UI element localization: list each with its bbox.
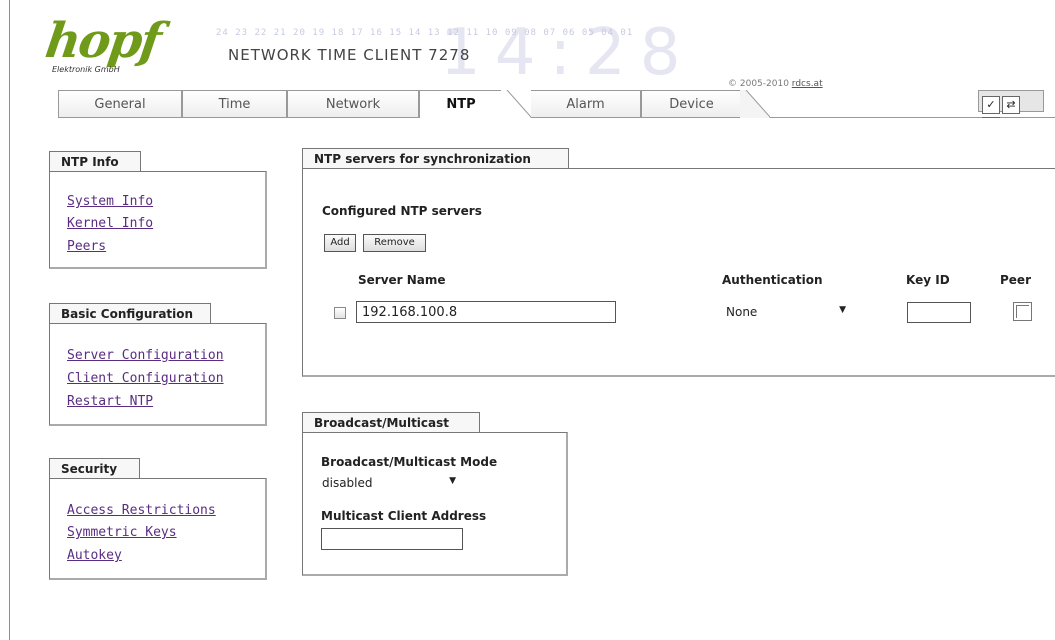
tab-ntp[interactable]: NTP xyxy=(419,90,502,118)
peer-checkbox[interactable] xyxy=(1013,302,1032,321)
copyright: © 2005-2010 rdcs.at xyxy=(728,79,823,89)
col-key-id: Key ID xyxy=(906,273,950,287)
link-access-restrictions[interactable]: Access Restrictions xyxy=(67,503,216,518)
authentication-value: None xyxy=(726,305,758,319)
link-kernel-info[interactable]: Kernel Info xyxy=(67,216,153,231)
link-symmetric-keys[interactable]: Symmetric Keys xyxy=(67,525,177,540)
copyright-link[interactable]: rdcs.at xyxy=(792,79,823,89)
link-peers[interactable]: Peers xyxy=(67,239,106,254)
broadcast-panel xyxy=(302,432,568,576)
tab-ntp-slant xyxy=(501,90,531,118)
link-system-info[interactable]: System Info xyxy=(67,194,153,209)
tab-device[interactable]: Device xyxy=(641,90,741,117)
chevron-down-icon: ▼ xyxy=(449,476,456,486)
ntp-info-title: NTP Info xyxy=(49,151,141,172)
authentication-select[interactable]: None ▼ xyxy=(726,305,846,321)
server-name-input[interactable] xyxy=(356,301,616,323)
multicast-address-input[interactable] xyxy=(321,528,463,550)
tab-alarm[interactable]: Alarm xyxy=(531,90,641,117)
security-title: Security xyxy=(49,458,140,479)
broadcast-mode-label: Broadcast/Multicast Mode xyxy=(321,455,498,469)
server-row-checkbox[interactable] xyxy=(334,307,346,319)
check-icon[interactable]: ✓ xyxy=(982,96,1000,114)
col-authentication: Authentication xyxy=(722,273,823,287)
hopf-logo: hopf Elektronik GmbH xyxy=(42,13,176,74)
col-server-name: Server Name xyxy=(358,273,446,287)
logo-subtext: Elektronik GmbH xyxy=(52,65,120,74)
peer-checkbox-inner xyxy=(1016,305,1029,318)
second-ticker: 24 23 22 21 20 19 18 17 16 15 14 13 12 1… xyxy=(216,28,634,38)
copyright-text: © 2005-2010 xyxy=(728,79,789,89)
add-server-button[interactable]: Add xyxy=(324,234,356,252)
tab-bar: General Time Network NTP Alarm Device xyxy=(10,90,1055,118)
remove-server-button[interactable]: Remove xyxy=(363,234,426,252)
tab-network[interactable]: Network xyxy=(287,90,419,117)
broadcast-mode-value: disabled xyxy=(322,476,373,490)
chevron-down-icon: ▼ xyxy=(839,305,846,315)
refresh-icon[interactable]: ⇄ xyxy=(1002,96,1020,114)
col-peer: Peer xyxy=(1000,273,1031,287)
broadcast-mode-select[interactable]: disabled ▼ xyxy=(322,476,456,492)
broadcast-panel-title: Broadcast/Multicast xyxy=(302,412,480,433)
tab-device-slant xyxy=(740,90,770,118)
link-restart-ntp[interactable]: Restart NTP xyxy=(67,394,153,409)
link-autokey[interactable]: Autokey xyxy=(67,548,122,563)
link-server-configuration[interactable]: Server Configuration xyxy=(67,348,224,363)
tab-time[interactable]: Time xyxy=(182,90,287,117)
main-content: NTP Info System Info Kernel Info Peers B… xyxy=(10,118,1055,640)
key-id-input[interactable] xyxy=(907,302,971,323)
link-client-configuration[interactable]: Client Configuration xyxy=(67,371,224,386)
servers-panel-title: NTP servers for synchronization xyxy=(302,148,569,169)
logo-text: hopf xyxy=(42,13,164,69)
product-title: NETWORK TIME CLIENT 7278 xyxy=(228,46,471,64)
tab-general[interactable]: General xyxy=(58,90,182,117)
configured-servers-heading: Configured NTP servers xyxy=(322,204,482,218)
multicast-address-label: Multicast Client Address xyxy=(321,509,487,523)
basic-config-title: Basic Configuration xyxy=(49,303,211,324)
app-window: 14:28 hopf Elektronik GmbH 24 23 22 21 2… xyxy=(0,0,1055,640)
toolbar: ✓⇄▢ xyxy=(978,90,1044,135)
